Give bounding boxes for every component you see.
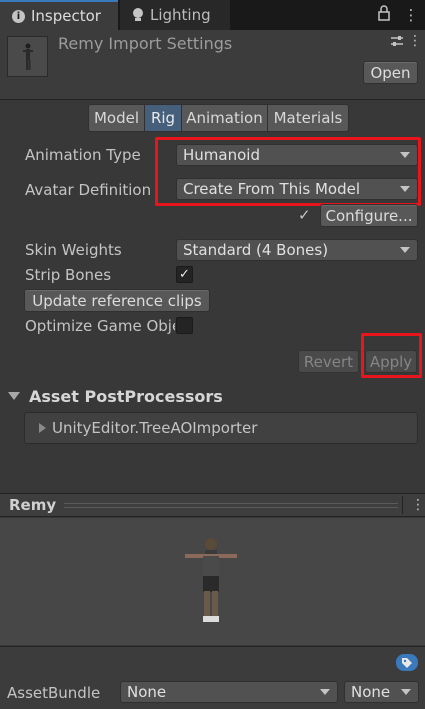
chevron-down-icon (320, 689, 330, 695)
drag-handle[interactable] (64, 502, 399, 508)
configure-check-icon: ✓ (298, 206, 311, 224)
foldout-collapsed-icon (39, 423, 46, 433)
tab-inspector-label: Inspector (31, 7, 101, 25)
lightbulb-icon (132, 8, 144, 22)
avatar-definition-label: Avatar Definition (25, 181, 152, 199)
assetbundle-label: AssetBundle (7, 684, 101, 702)
chevron-down-icon (401, 689, 411, 695)
info-icon: i (12, 9, 25, 23)
model-preview-area[interactable] (0, 518, 425, 645)
page-title: Remy Import Settings (58, 34, 233, 53)
highlight-box-apply (361, 333, 422, 378)
strip-bones-label: Strip Bones (25, 266, 112, 284)
tab-lighting-label: Lighting (150, 6, 211, 24)
assetbundle-name-value: None (127, 683, 167, 701)
tab-model[interactable]: Model (88, 104, 145, 132)
highlight-box-rig-settings (155, 137, 421, 206)
update-reference-clips-button[interactable]: Update reference clips (24, 289, 210, 312)
tab-lighting[interactable]: Lighting (120, 0, 230, 30)
assetbundle-variant-value: None (351, 683, 391, 701)
divider (402, 496, 403, 514)
preview-title: Remy (9, 496, 57, 514)
strip-bones-checkbox[interactable]: ✓ (176, 266, 193, 283)
animation-type-label: Animation Type (25, 146, 141, 164)
more-options-icon[interactable]: ⋮ (402, 5, 420, 25)
import-settings-header: Remy Import Settings ⋮ Open (0, 30, 425, 100)
window-tab-bar: i Inspector Lighting ⋮ (0, 0, 425, 30)
label-tag-icon[interactable] (396, 654, 418, 671)
revert-button[interactable]: Revert (298, 350, 359, 373)
tab-inspector[interactable]: i Inspector (0, 0, 118, 30)
assetbundle-bar: AssetBundle None None (0, 646, 425, 709)
skin-weights-dropdown[interactable]: Standard (4 Bones) (176, 239, 418, 261)
open-button[interactable]: Open (363, 61, 418, 84)
header-more-icon[interactable]: ⋮ (408, 33, 422, 51)
asset-postprocessors-title: Asset PostProcessors (29, 386, 223, 406)
foldout-expanded-icon (8, 392, 20, 400)
postprocessor-item-label: UnityEditor.TreeAOImporter (52, 419, 258, 437)
assetbundle-name-dropdown[interactable]: None (120, 681, 338, 703)
postprocessor-item[interactable]: UnityEditor.TreeAOImporter (24, 412, 418, 444)
asset-postprocessors-header[interactable]: Asset PostProcessors (0, 384, 425, 408)
chevron-down-icon (400, 247, 410, 253)
skin-weights-label: Skin Weights (25, 241, 122, 259)
model-thumbnail (7, 36, 48, 77)
preset-icon[interactable] (389, 33, 405, 51)
optimize-game-objects-checkbox[interactable] (176, 317, 193, 334)
optimize-game-objects-label-clip: Optimize Game Obje (25, 317, 175, 337)
optimize-game-objects-label: Optimize Game Obje (25, 317, 175, 335)
preview-header[interactable]: Remy ⋮ (0, 493, 425, 517)
character-model-preview (185, 538, 237, 622)
lock-icon[interactable] (375, 5, 393, 25)
skin-weights-value: Standard (4 Bones) (183, 241, 329, 259)
configure-button[interactable]: Configure... (320, 204, 418, 227)
assetbundle-variant-dropdown[interactable]: None (344, 681, 419, 703)
tab-animation[interactable]: Animation (181, 104, 268, 132)
tab-materials[interactable]: Materials (267, 104, 349, 132)
preview-more-icon[interactable]: ⋮ (411, 497, 425, 513)
tab-rig[interactable]: Rig (144, 104, 182, 132)
